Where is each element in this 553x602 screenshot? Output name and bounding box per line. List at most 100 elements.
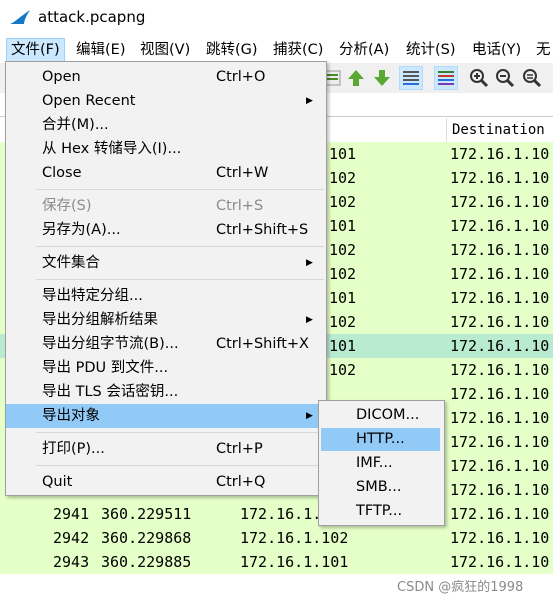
submenu-item-dicom[interactable]: DICOM... [321,404,440,427]
menu-item-export-dissections[interactable]: 导出分组解析结果 ▶ [6,308,326,332]
packet-source-cell: 102 [329,313,357,331]
packet-source-cell: 101 [329,145,357,163]
zoom-out-icon[interactable] [495,68,515,88]
packet-time-cell: 360.229868 [101,529,192,547]
autoscroll-icon[interactable] [399,66,423,90]
menu-telephony[interactable]: 电话(Y) [468,39,525,61]
packet-source-cell: 102 [329,169,357,187]
packet-row[interactable]: 2943 360.229885 172.16.1.101 172.16.1.10 [0,550,553,574]
menu-item-label: 从 Hex 转储导入(I)... [42,141,182,157]
menu-item-label: 打印(P)... [42,441,105,457]
menu-item-label: Quit [42,474,73,490]
menu-item-export-objects[interactable]: 导出对象 ▶ [6,404,326,428]
menu-go[interactable]: 跳转(G) [202,39,262,61]
menu-item-export-pdus[interactable]: 导出 PDU 到文件... [6,356,326,380]
zoom-reset-icon[interactable] [522,68,542,88]
submenu-arrow-icon: ▶ [306,258,313,268]
menu-item-label: 合并(M)... [42,117,109,133]
packet-source-cell: 172.16.1.101 [240,553,349,571]
title-bar: attack.pcapng [0,0,553,34]
packet-row[interactable]: 2941 360.229511 172.16.1.102 172.16.1.10 [0,502,553,526]
packet-destination-cell: 172.16.1.10 [450,241,550,259]
submenu-item-label: SMB... [356,479,402,495]
menu-item-shortcut: Ctrl+S [216,198,264,214]
packet-source-cell: 102 [329,241,357,259]
watermark-text: CSDN @疯狂的1998 [397,580,524,595]
submenu-arrow-icon: ▶ [306,96,313,106]
menu-item-label: 导出对象 [42,408,100,424]
menu-item-label: 导出分组解析结果 [42,312,158,328]
submenu-item-smb[interactable]: SMB... [321,476,440,499]
packet-destination-cell: 172.16.1.10 [450,361,550,379]
packet-source-cell: 102 [329,193,357,211]
menu-separator [36,189,324,190]
menu-item-export-packet-bytes[interactable]: 导出分组字节流(B)... Ctrl+Shift+X [6,332,326,356]
submenu-item-tftp[interactable]: TFTP... [321,500,440,523]
go-down-icon[interactable] [372,68,392,88]
export-objects-submenu: DICOM... HTTP... IMF... SMB... TFTP... [318,400,445,526]
menu-item-save-as[interactable]: 另存为(A)... Ctrl+Shift+S [6,218,326,242]
packet-destination-cell: 172.16.1.10 [450,385,550,403]
menu-bar: 文件(F) 编辑(E) 视图(V) 跳转(G) 捕获(C) 分析(A) 统计(S… [0,36,553,80]
menu-item-file-set[interactable]: 文件集合 ▶ [6,251,326,275]
file-menu-dropdown: Open Ctrl+O Open Recent ▶ 合并(M)... 从 Hex… [5,61,327,496]
packet-source-cell: 101 [329,289,357,307]
menu-item-close[interactable]: Close Ctrl+W [6,161,326,185]
menu-item-export-specified-packets[interactable]: 导出特定分组... [6,284,326,308]
menu-item-label: 保存(S) [42,198,92,214]
window-title: attack.pcapng [38,8,146,26]
menu-item-label: 文件集合 [42,255,100,271]
packet-destination-cell: 172.16.1.10 [450,289,550,307]
menu-item-shortcut: Ctrl+W [216,165,269,181]
menu-item-import-hex[interactable]: 从 Hex 转储导入(I)... [6,137,326,161]
submenu-item-http[interactable]: HTTP... [321,428,440,451]
packet-number-cell: 2941 [53,505,90,523]
submenu-item-label: HTTP... [356,431,405,447]
packet-destination-cell: 172.16.1.10 [450,193,550,211]
menu-capture[interactable]: 捕获(C) [269,39,327,61]
column-header-destination[interactable]: Destination [446,118,545,142]
menu-separator [36,279,324,280]
packet-destination-cell: 172.16.1.10 [450,217,550,235]
menu-statistics[interactable]: 统计(S) [402,39,460,61]
submenu-arrow-icon: ▶ [306,315,313,325]
menu-edit[interactable]: 编辑(E) [72,39,129,61]
menu-separator [36,432,324,433]
menu-view[interactable]: 视图(V) [136,39,194,61]
menu-item-quit[interactable]: Quit Ctrl+Q [6,470,326,494]
menu-item-shortcut: Ctrl+Shift+S [216,222,309,238]
menu-item-label: 导出 TLS 会话密钥... [42,384,179,400]
submenu-item-imf[interactable]: IMF... [321,452,440,475]
menu-item-label: 另存为(A)... [42,222,121,238]
packet-destination-cell: 172.16.1.10 [450,313,550,331]
menu-analyze[interactable]: 分析(A) [335,39,393,61]
packet-destination-cell: 172.16.1.10 [450,409,550,427]
menu-item-label: 导出特定分组... [42,288,143,304]
menu-item-label: Open Recent [42,93,136,109]
packet-destination-cell: 172.16.1.10 [450,145,550,163]
colorize-icon[interactable] [434,66,458,90]
packet-destination-cell: 172.16.1.10 [450,529,550,547]
packet-number-cell: 2943 [53,553,90,571]
menu-item-label: 导出 PDU 到文件... [42,360,169,376]
menu-wireless[interactable]: 无线 [532,39,553,80]
submenu-item-label: TFTP... [356,503,403,519]
go-up-icon[interactable] [346,68,366,88]
menu-item-open[interactable]: Open Ctrl+O [6,65,326,89]
menu-item-shortcut: Ctrl+O [216,69,266,85]
menu-item-open-recent[interactable]: Open Recent ▶ [6,89,326,113]
menu-item-print[interactable]: 打印(P)... Ctrl+P [6,437,326,461]
packet-destination-cell: 172.16.1.10 [450,169,550,187]
wireshark-fin-icon [10,10,30,24]
menu-file[interactable]: 文件(F) [6,38,65,62]
submenu-arrow-icon: ▶ [306,411,313,421]
menu-item-merge[interactable]: 合并(M)... [6,113,326,137]
menu-item-shortcut: Ctrl+Shift+X [216,336,309,352]
packet-source-cell: 101 [329,337,357,355]
menu-item-export-tls-keys[interactable]: 导出 TLS 会话密钥... [6,380,326,404]
packet-row[interactable]: 2942 360.229868 172.16.1.102 172.16.1.10 [0,526,553,550]
packet-destination-cell: 172.16.1.10 [450,433,550,451]
menu-item-label: Open [42,69,81,85]
zoom-in-icon[interactable] [469,68,489,88]
packet-destination-cell: 172.16.1.10 [450,553,550,571]
